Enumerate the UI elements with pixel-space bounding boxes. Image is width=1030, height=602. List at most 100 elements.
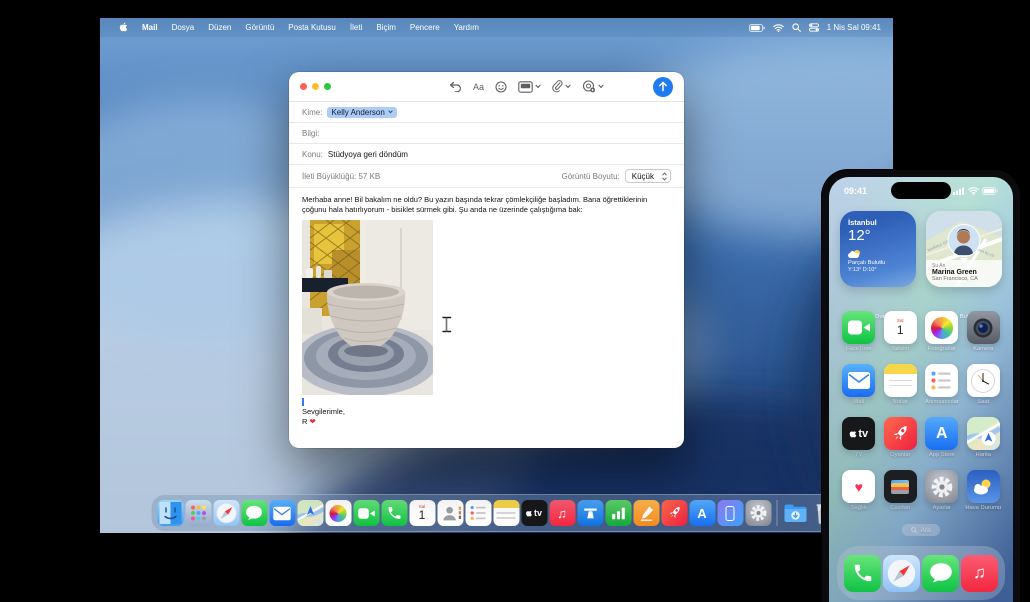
menu-item-yardim[interactable]: Yardım: [447, 23, 486, 32]
dock-downloads-icon[interactable]: [782, 500, 808, 526]
subject-field[interactable]: Konu: Stüdyoya geri döndüm: [289, 144, 684, 165]
wifi-icon[interactable]: [773, 24, 784, 32]
menubar-clock[interactable]: 1 Nis Sal 09:41: [827, 23, 881, 32]
menu-item-mail[interactable]: Mail: [135, 23, 165, 32]
dock-maps-icon[interactable]: [297, 500, 323, 526]
chevron-down-icon: [598, 84, 604, 89]
menu-item-posta-kutusu[interactable]: Posta Kutusu: [281, 23, 343, 32]
cellular-signal-icon: [953, 187, 965, 195]
ibeam-cursor: [441, 316, 452, 333]
dock-messages-icon[interactable]: [241, 500, 267, 526]
iphone-device: 09:41 İstanbul 12° Parçalı Bulutlu Y:13°…: [822, 170, 1020, 602]
menu-item-goruntu[interactable]: Görüntü: [238, 23, 281, 32]
to-field[interactable]: Kime: Kelly Anderson: [289, 102, 684, 123]
dock-reminders-icon[interactable]: [465, 500, 491, 526]
weather-condition: Parçalı Bulutlu: [848, 260, 908, 266]
zoom-window-button[interactable]: [324, 83, 331, 90]
appstore-glyph: A: [697, 506, 706, 521]
heart-emoji: ❤: [310, 417, 316, 426]
findmy-widget[interactable]: MARINA GREEN DR MARINA BLVD Şu An Marina…: [926, 211, 1002, 287]
dock-tv-icon[interactable]: tv: [521, 500, 547, 526]
message-size-row: İleti Büyüklüğü: 57 KB Görüntü Boyutu: K…: [289, 165, 684, 188]
ios-status-bar: 09:41: [829, 177, 1013, 199]
widget-row: İstanbul 12° Parçalı Bulutlu Y:13° D:10°…: [829, 211, 1013, 287]
findmy-person-name: Marina Green: [932, 269, 996, 276]
dock-pages-icon[interactable]: [633, 500, 659, 526]
mail-toolbar: Aa: [289, 72, 684, 102]
iphone-dock-messages-icon[interactable]: [922, 555, 959, 592]
iphone-dock-music-icon[interactable]: ♫: [961, 555, 998, 592]
mail-compose-window: Aa Kime:: [289, 72, 684, 448]
search-icon[interactable]: [792, 23, 801, 32]
dock-launchpad-icon[interactable]: [185, 500, 211, 526]
dock-numbers-icon[interactable]: [605, 500, 631, 526]
pottery-photo-attachment[interactable]: [302, 220, 433, 395]
dock-contacts-icon[interactable]: [437, 500, 463, 526]
dock-facetime-icon[interactable]: [353, 500, 379, 526]
emoji-icon[interactable]: [495, 81, 507, 93]
ios-clock: 09:41: [844, 186, 867, 196]
menu-item-pencere[interactable]: Pencere: [403, 23, 447, 32]
weather-city: İstanbul: [848, 218, 908, 227]
signoff-text: Sevgilerimle,: [302, 407, 671, 417]
dock-photos-icon[interactable]: [325, 500, 351, 526]
dock-settings-icon[interactable]: [745, 500, 771, 526]
insert-options-button[interactable]: [582, 80, 604, 93]
image-size-value: Küçük: [632, 172, 654, 181]
apple-menu-icon[interactable]: [112, 22, 135, 34]
image-size-select[interactable]: Küçük: [625, 169, 671, 183]
weather-hi-lo: Y:13° D:10°: [848, 267, 908, 273]
iphone-dock-safari-icon[interactable]: [883, 555, 920, 592]
dock-phone-icon[interactable]: [381, 500, 407, 526]
recipient-token[interactable]: Kelly Anderson: [327, 107, 396, 118]
photo-browser-button[interactable]: [518, 81, 541, 93]
attach-file-button[interactable]: [552, 80, 571, 93]
send-arrow-icon: [658, 81, 668, 92]
close-window-button[interactable]: [300, 83, 307, 90]
control-center-icon[interactable]: [809, 23, 819, 32]
cc-label: Bilgi:: [302, 129, 319, 138]
calendar-day: 1: [419, 509, 426, 522]
undo-icon[interactable]: [449, 81, 462, 92]
chevron-down-icon: [535, 84, 541, 89]
wifi-icon: [968, 187, 979, 195]
mac-screen: Mail Dosya Düzen Görüntü Posta Kutusu İl…: [100, 18, 893, 533]
dock-finder-icon[interactable]: [157, 500, 183, 526]
dock-keynote-icon[interactable]: [577, 500, 603, 526]
text-insertion-caret: [302, 398, 304, 406]
dock-separator: [776, 500, 777, 526]
dock-iphone-mirroring-icon[interactable]: [717, 500, 743, 526]
chevron-down-icon: [565, 84, 571, 89]
image-size-label: Görüntü Boyutu:: [562, 172, 620, 181]
battery-icon[interactable]: [749, 24, 765, 32]
findmy-location: San Francisco, CA: [932, 276, 996, 282]
menu-item-bicim[interactable]: Biçim: [369, 23, 403, 32]
iphone-dock-phone-icon[interactable]: [844, 555, 881, 592]
menu-item-ileti[interactable]: İleti: [343, 23, 369, 32]
dock-notes-icon[interactable]: [493, 500, 519, 526]
signature-line: R ❤: [302, 417, 671, 427]
dock-mail-icon[interactable]: [269, 500, 295, 526]
dock-games-icon[interactable]: [661, 500, 687, 526]
chevron-down-icon: [388, 110, 393, 114]
dock-safari-icon[interactable]: [213, 500, 239, 526]
minimize-window-button[interactable]: [312, 83, 319, 90]
weather-widget[interactable]: İstanbul 12° Parçalı Bulutlu Y:13° D:10°: [840, 211, 916, 287]
dock-music-icon[interactable]: ♫: [549, 500, 575, 526]
cc-field[interactable]: Bilgi:: [289, 123, 684, 144]
menu-item-duzen[interactable]: Düzen: [201, 23, 238, 32]
partly-cloudy-icon: [848, 253, 861, 259]
send-button[interactable]: [653, 77, 673, 97]
battery-icon: [982, 187, 998, 195]
message-body[interactable]: Merhaba anne! Bil bakalım ne oldu? Bu ya…: [289, 188, 684, 435]
findmy-info-panel: Şu An Marina Green San Francisco, CA: [926, 260, 1002, 287]
updown-chevron-icon: [662, 172, 667, 181]
message-size-text: İleti Büyüklüğü: 57 KB: [302, 172, 380, 181]
dock-calendar-icon[interactable]: Sal 1: [409, 500, 435, 526]
window-controls: [300, 83, 331, 90]
format-icon[interactable]: Aa: [473, 82, 484, 92]
memoji-avatar: [948, 224, 981, 257]
recipient-name: Kelly Anderson: [331, 108, 384, 117]
dock-appstore-icon[interactable]: A: [689, 500, 715, 526]
menu-item-dosya[interactable]: Dosya: [165, 23, 202, 32]
